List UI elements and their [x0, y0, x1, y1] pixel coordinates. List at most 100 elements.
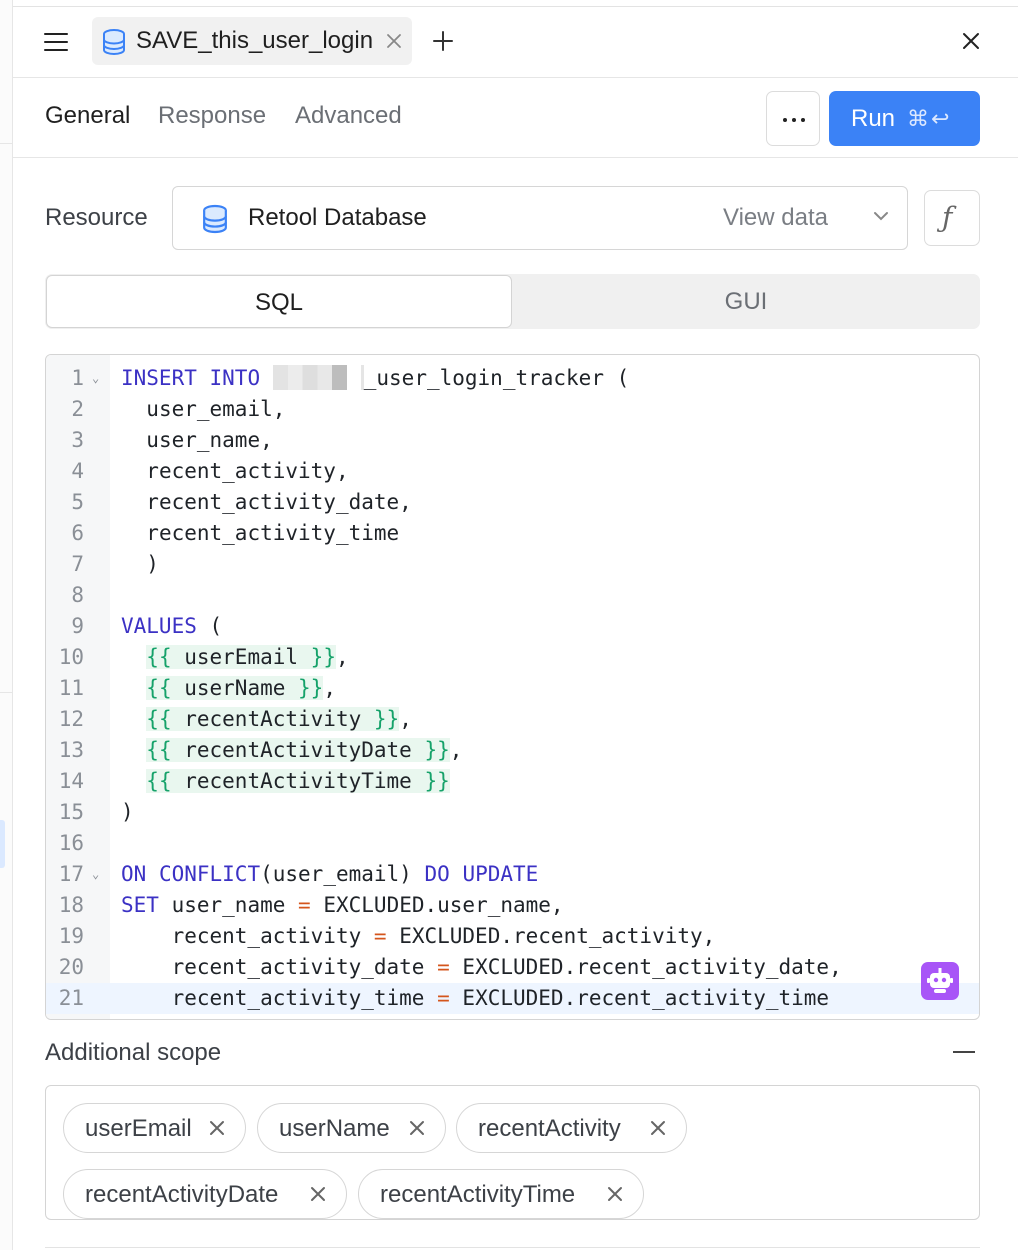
- query-tab[interactable]: SAVE_this_user_login: [92, 17, 412, 65]
- mode-sql[interactable]: SQL: [46, 275, 512, 328]
- database-icon: [203, 204, 227, 234]
- redacted-text: [272, 365, 347, 390]
- code-line: 5 recent_activity_date,: [46, 487, 979, 518]
- tab-general[interactable]: General: [45, 102, 130, 130]
- chevron-down-icon: [874, 212, 888, 221]
- scope-chip[interactable]: recentActivityTime: [358, 1169, 644, 1219]
- tab-bar: SAVE_this_user_login: [13, 7, 1018, 78]
- fold-chevron-icon[interactable]: ⌄: [92, 363, 99, 394]
- code-line: 10 {{ userEmail }},: [46, 642, 979, 673]
- mode-gui[interactable]: GUI: [513, 274, 979, 329]
- set-value: EXCLUDED.recent_activity,: [399, 924, 716, 948]
- set-value: EXCLUDED.recent_activity_date,: [462, 955, 842, 979]
- paren: (: [196, 614, 223, 638]
- template-var: recentActivityTime: [184, 769, 412, 793]
- line-number: 7: [71, 552, 84, 576]
- code-line: 4 recent_activity,: [46, 456, 979, 487]
- code-line: 20 recent_activity_date = EXCLUDED.recen…: [46, 952, 979, 983]
- line-number: 5: [71, 490, 84, 514]
- code-line: 15 ): [46, 797, 979, 828]
- keyword: VALUES: [121, 614, 197, 638]
- line-number: 2: [71, 397, 84, 421]
- table-name: _user_login_tracker (: [363, 366, 630, 390]
- scope-chip-label: recentActivityTime: [380, 1181, 576, 1208]
- database-icon: [103, 29, 125, 55]
- remove-chip-icon[interactable]: [409, 1120, 425, 1136]
- tab-response[interactable]: Response: [158, 102, 266, 130]
- line-number: 12: [58, 707, 84, 731]
- remove-chip-icon[interactable]: [209, 1120, 225, 1136]
- template-expression: {{ userName }}: [146, 676, 324, 700]
- set-column: recent_activity_time: [171, 986, 425, 1010]
- close-panel-icon[interactable]: [961, 31, 981, 51]
- template-var: userName: [184, 676, 286, 700]
- line-number: 8: [71, 583, 84, 607]
- line-number: 14: [58, 769, 84, 793]
- template-expression: {{ recentActivityTime }}: [146, 769, 450, 793]
- keyword: SET: [121, 893, 159, 917]
- left-divider: [0, 692, 12, 693]
- scope-chip-label: userEmail: [85, 1115, 192, 1142]
- set-column: user_name: [171, 893, 286, 917]
- remove-chip-icon[interactable]: [310, 1186, 326, 1202]
- line-number: 1: [71, 366, 84, 390]
- keyword: CONFLICT: [158, 862, 261, 886]
- remove-chip-icon[interactable]: [607, 1186, 623, 1202]
- query-panel: SAVE_this_user_login General Response Ad…: [13, 6, 1018, 1250]
- line-number: 15: [58, 800, 84, 824]
- code-line: 13 {{ recentActivityDate }},: [46, 735, 979, 766]
- line-number: 18: [58, 893, 84, 917]
- menu-icon[interactable]: [44, 32, 68, 52]
- code-line: 2 user_email,: [46, 394, 979, 425]
- run-button[interactable]: Run ⌘↩: [829, 91, 980, 146]
- code-line: 19 recent_activity = EXCLUDED.recent_act…: [46, 921, 979, 952]
- scope-chip[interactable]: userName: [257, 1103, 446, 1153]
- line-number: 9: [71, 614, 84, 638]
- scope-chip[interactable]: recentActivity: [456, 1103, 687, 1153]
- tab-advanced[interactable]: Advanced: [295, 102, 402, 130]
- line-number: 3: [71, 428, 84, 452]
- code-line: 17 ⌄ ON CONFLICT(user_email) DO UPDATE: [46, 859, 979, 890]
- code-line-active: 21 recent_activity_time = EXCLUDED.recen…: [46, 983, 979, 1014]
- close-tab-icon[interactable]: [385, 32, 403, 50]
- ai-assist-icon[interactable]: [921, 962, 959, 1000]
- keyword: DO: [424, 862, 450, 886]
- code-line: 1 ⌄ INSERT INTO _user_login_tracker (: [46, 363, 979, 394]
- more-options-button[interactable]: [766, 91, 820, 146]
- set-column: recent_activity: [171, 924, 362, 948]
- resource-select[interactable]: Retool Database View data: [172, 186, 908, 250]
- code-line: 12 {{ recentActivity }},: [46, 704, 979, 735]
- left-divider: [0, 143, 12, 144]
- keyword: UPDATE: [462, 862, 539, 886]
- scope-chip-list[interactable]: userEmail userName recentActivity recent…: [45, 1085, 980, 1220]
- left-selection-marker: [0, 820, 5, 868]
- fold-chevron-icon[interactable]: ⌄: [92, 859, 99, 890]
- code-line: 11 {{ userName }},: [46, 673, 979, 704]
- scope-chip-label: recentActivity: [478, 1115, 621, 1142]
- template-expression: {{ recentActivityDate }}: [146, 738, 450, 762]
- remove-chip-icon[interactable]: [650, 1120, 666, 1136]
- add-tab-icon[interactable]: [431, 29, 455, 53]
- line-number: 19: [58, 924, 84, 948]
- left-panel-edge: [0, 0, 13, 1250]
- collapse-icon[interactable]: [953, 1051, 975, 1053]
- sql-editor[interactable]: 1 ⌄ INSERT INTO _user_login_tracker ( 2 …: [45, 354, 980, 1020]
- scope-chip[interactable]: userEmail: [63, 1103, 246, 1153]
- resource-name: Retool Database: [248, 204, 427, 231]
- scope-chip-label: userName: [279, 1115, 390, 1142]
- code-line: 3 user_name,: [46, 425, 979, 456]
- code-line: 6 recent_activity_time: [46, 518, 979, 549]
- template-var: userEmail: [184, 645, 299, 669]
- line-number: 13: [58, 738, 84, 762]
- scope-chip[interactable]: recentActivityDate: [63, 1169, 347, 1219]
- function-button[interactable]: ƒ: [924, 190, 980, 246]
- view-data-link[interactable]: View data: [723, 204, 828, 232]
- template-var: recentActivity: [184, 707, 362, 731]
- line-number: 20: [58, 955, 84, 979]
- column: recent_activity_date,: [146, 490, 412, 514]
- column: recent_activity_time: [146, 521, 400, 545]
- scope-chip-label: recentActivityDate: [85, 1181, 279, 1208]
- paren: ): [146, 552, 159, 576]
- code-line: 14 {{ recentActivityTime }}: [46, 766, 979, 797]
- additional-scope-label: Additional scope: [45, 1039, 222, 1066]
